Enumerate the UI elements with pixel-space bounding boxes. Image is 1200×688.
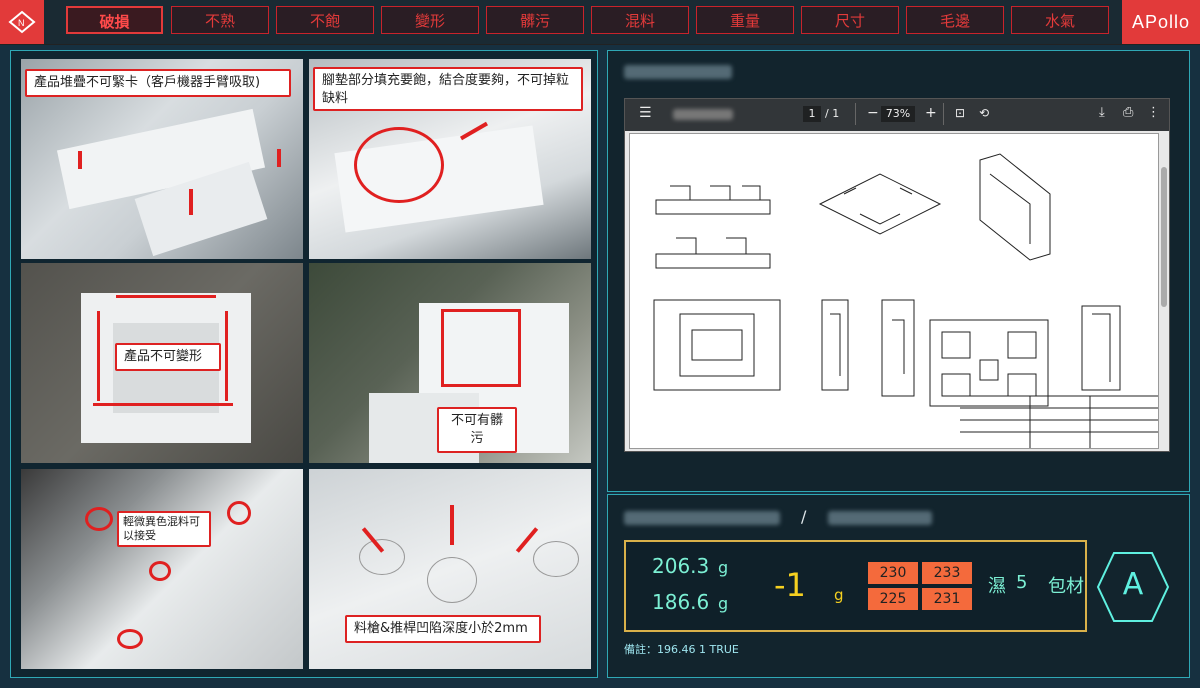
note-deform: 產品不可變形 bbox=[115, 343, 221, 371]
diff-value: -1 bbox=[774, 566, 806, 604]
part-code-redacted bbox=[624, 511, 780, 525]
photo-foot-fill: 腳墊部分填充要飽，結合度要夠，不可掉粒缺料 bbox=[309, 59, 591, 259]
plus-icon[interactable]: + bbox=[925, 105, 937, 121]
photo-mixed: 輕微異色混料可以接受 bbox=[21, 469, 303, 669]
spec-box: 225 bbox=[868, 588, 918, 610]
note-text: 備註：196.46 1 TRUE bbox=[624, 643, 739, 656]
weight-unit-2: g bbox=[718, 594, 729, 613]
minus-icon[interactable]: − bbox=[867, 105, 879, 121]
photo-grid: 產品堆疊不可緊卡（客戶機器手臂吸取) 腳墊部分填充要飽，結合度要夠，不可掉粒缺料… bbox=[10, 50, 598, 678]
photo-stacking: 產品堆疊不可緊卡（客戶機器手臂吸取) bbox=[21, 59, 303, 259]
note-pin-depth: 料槍&推桿凹陷深度小於2mm bbox=[345, 615, 541, 643]
material-label: 包材 bbox=[1048, 576, 1084, 597]
measurement-box: 206.3 g 186.6 g -1 g 230 233 225 231 濕 5… bbox=[624, 540, 1087, 632]
photo-dirty: 不可有髒污 bbox=[309, 263, 591, 463]
part-separator: / bbox=[801, 507, 807, 526]
tab-unfilled[interactable]: 不飽 bbox=[276, 6, 374, 34]
page-total: / 1 bbox=[825, 107, 840, 120]
tab-weight[interactable]: 重量 bbox=[696, 6, 794, 34]
weight-value-2: 186.6 bbox=[652, 590, 710, 614]
note-mixed: 輕微異色混料可以接受 bbox=[117, 511, 211, 547]
zoom-input[interactable]: 73% bbox=[881, 106, 915, 122]
brand-apollo: APollo bbox=[1122, 0, 1200, 44]
note-stacking: 產品堆疊不可緊卡（客戶機器手臂吸取) bbox=[25, 69, 291, 97]
tab-burr[interactable]: 毛邊 bbox=[906, 6, 1004, 34]
drawing-panel: ☰ 1 / 1 − 73% + ⊡ ⟲ ⤓ ⎙ ⋮ bbox=[607, 50, 1190, 492]
n-diamond-icon: N bbox=[8, 10, 36, 34]
diff-unit: g bbox=[834, 586, 844, 604]
brand-logo: N bbox=[0, 0, 44, 44]
tab-dirty[interactable]: 髒污 bbox=[486, 6, 584, 34]
drawing-lines bbox=[653, 153, 1158, 448]
measurement-panel: / 206.3 g 186.6 g -1 g 230 233 225 231 濕… bbox=[607, 494, 1190, 678]
weight-value-1: 206.3 bbox=[652, 554, 710, 578]
page-number-input[interactable]: 1 bbox=[803, 106, 821, 122]
rotate-icon[interactable]: ⟲ bbox=[979, 106, 989, 120]
tab-size[interactable]: 尺寸 bbox=[801, 6, 899, 34]
top-bar: N 破損 不熟 不飽 變形 髒污 混料 重量 尺寸 毛邊 水氣 APollo bbox=[0, 0, 1200, 45]
moisture-value: 5 bbox=[1016, 572, 1028, 593]
print-icon[interactable]: ⎙ bbox=[1123, 105, 1133, 120]
pdf-page-area bbox=[625, 131, 1169, 451]
tab-deformed[interactable]: 變形 bbox=[381, 6, 479, 34]
tab-undercooked[interactable]: 不熟 bbox=[171, 6, 269, 34]
technical-drawing bbox=[629, 133, 1159, 449]
tab-moisture[interactable]: 水氣 bbox=[1011, 6, 1109, 34]
tab-breakage[interactable]: 破損 bbox=[66, 6, 163, 34]
more-icon[interactable]: ⋮ bbox=[1147, 105, 1160, 120]
tab-mixed[interactable]: 混料 bbox=[591, 6, 689, 34]
pdf-toolbar: ☰ 1 / 1 − 73% + ⊡ ⟲ ⤓ ⎙ ⋮ bbox=[625, 99, 1169, 131]
menu-icon[interactable]: ☰ bbox=[639, 105, 652, 121]
drawing-title-redacted bbox=[624, 65, 732, 79]
spec-box: 231 bbox=[922, 588, 972, 610]
spec-box: 233 bbox=[922, 562, 972, 584]
moisture-label: 濕 bbox=[988, 576, 1006, 597]
grade-value: A bbox=[1122, 567, 1144, 602]
pdf-scrollbar[interactable] bbox=[1161, 167, 1167, 307]
download-icon[interactable]: ⤓ bbox=[1099, 105, 1105, 120]
spec-box: 230 bbox=[868, 562, 918, 584]
note-foot-fill: 腳墊部分填充要飽，結合度要夠，不可掉粒缺料 bbox=[313, 67, 583, 111]
photo-deform: 產品不可變形 bbox=[21, 263, 303, 463]
svg-text:N: N bbox=[18, 18, 25, 28]
weight-unit-1: g bbox=[718, 558, 729, 577]
fit-page-icon[interactable]: ⊡ bbox=[955, 106, 965, 120]
lot-code-redacted bbox=[828, 511, 932, 525]
note-dirty: 不可有髒污 bbox=[437, 407, 517, 453]
pdf-viewer[interactable]: ☰ 1 / 1 − 73% + ⊡ ⟲ ⤓ ⎙ ⋮ bbox=[624, 98, 1170, 452]
photo-pin-depth: 料槍&推桿凹陷深度小於2mm bbox=[309, 469, 591, 669]
